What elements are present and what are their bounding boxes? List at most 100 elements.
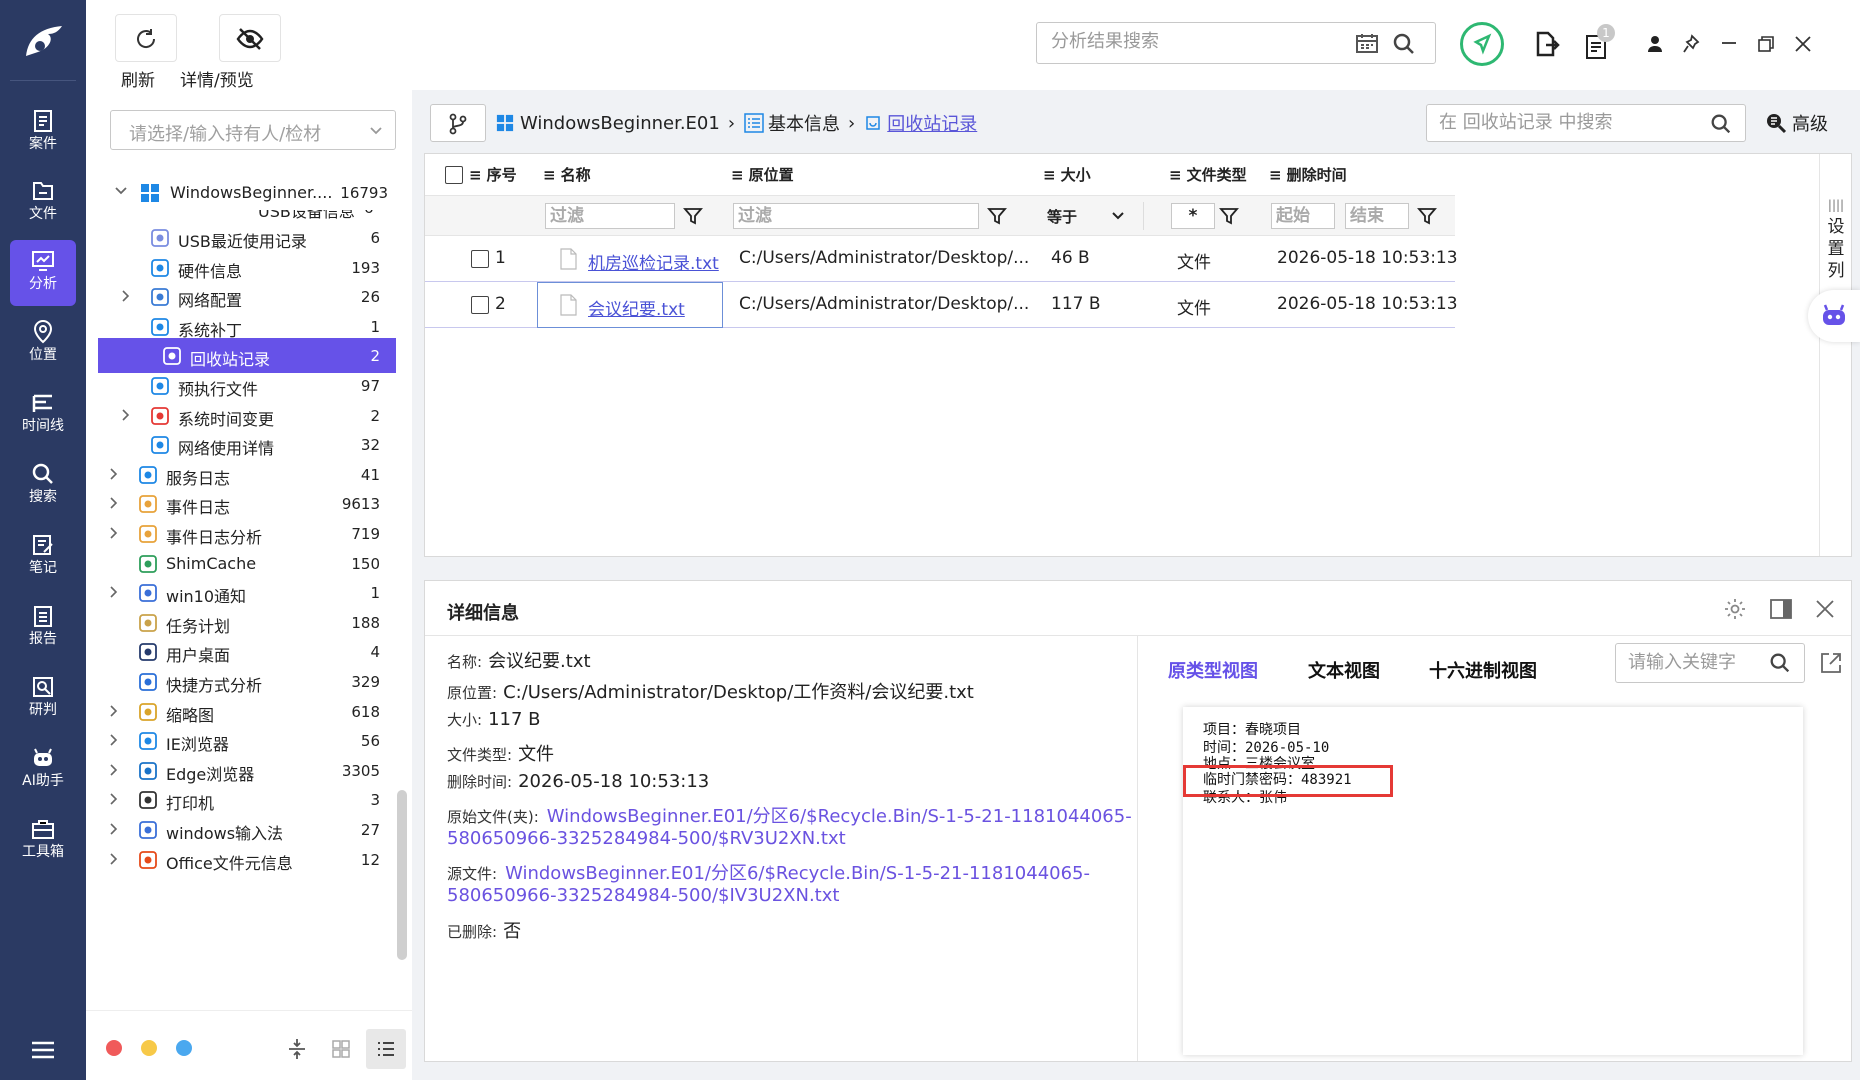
nav-case[interactable]: 案件 xyxy=(0,100,86,166)
chevron-right-icon[interactable] xyxy=(108,792,120,806)
collapse-icon[interactable] xyxy=(286,1037,308,1061)
tree-root[interactable]: WindowsBeginner.... 16793 xyxy=(86,175,396,210)
type-filter-input[interactable]: * xyxy=(1171,203,1215,229)
file-icon xyxy=(33,182,53,200)
branch-button[interactable] xyxy=(430,104,486,142)
table-row[interactable]: 2 会议纪要.txt C:/Users/Administrator/Deskto… xyxy=(425,282,1458,328)
col-size[interactable]: ≡ 大小 xyxy=(1043,154,1091,196)
grid-view-icon[interactable] xyxy=(331,1039,351,1059)
size-operator-select[interactable]: 等于 xyxy=(1047,206,1077,227)
column-settings-button[interactable]: |||| 设置列 xyxy=(1826,194,1846,282)
nav-judge[interactable]: 研判 xyxy=(0,666,86,732)
col-name[interactable]: ≡ 名称 xyxy=(543,154,591,196)
row-checkbox[interactable] xyxy=(471,296,489,314)
pin-icon[interactable] xyxy=(1682,34,1700,54)
menu-icon[interactable] xyxy=(30,1040,56,1064)
holder-select[interactable]: 请选择/输入持有人/检材 xyxy=(110,110,396,150)
source-file-link[interactable]: WindowsBeginner.E01/分区6/$Recycle.Bin/S-1… xyxy=(505,863,1090,884)
sidebar-item-count: 56 xyxy=(360,732,380,751)
analysis-icon xyxy=(32,251,54,271)
table-search-input[interactable] xyxy=(1439,112,1699,133)
chevron-right-icon[interactable] xyxy=(108,496,120,510)
chevron-right-icon[interactable] xyxy=(108,763,120,777)
nav-toolbox[interactable]: 工具箱 xyxy=(0,808,86,874)
chevron-right-icon[interactable] xyxy=(108,704,120,718)
location-filter-input[interactable]: 过滤 xyxy=(733,203,979,229)
prefetch-icon xyxy=(151,377,169,395)
chevron-right-icon[interactable] xyxy=(120,408,132,422)
chevron-right-icon[interactable] xyxy=(108,585,120,599)
minimize-icon[interactable] xyxy=(1720,36,1738,50)
tree-scrollbar[interactable] xyxy=(397,790,407,960)
export-icon[interactable] xyxy=(1532,30,1560,58)
yellow-dot-icon[interactable] xyxy=(141,1040,157,1056)
refresh-button[interactable] xyxy=(115,14,177,62)
chevron-right-icon[interactable] xyxy=(108,526,120,540)
filter-icon[interactable] xyxy=(987,206,1007,226)
breadcrumb-current[interactable]: 回收站记录 xyxy=(887,110,977,136)
col-location[interactable]: ≡ 原位置 xyxy=(731,154,794,196)
nav-notes[interactable]: 笔记 xyxy=(0,524,86,590)
tab-native-view[interactable]: 原类型视图 xyxy=(1168,657,1258,683)
calendar-icon[interactable] xyxy=(1355,32,1379,54)
search-icon[interactable] xyxy=(1391,31,1417,57)
edge-icon xyxy=(139,761,157,780)
filter-icon[interactable] xyxy=(1219,206,1239,226)
chevron-right-icon[interactable] xyxy=(108,822,120,836)
table-row[interactable]: 1 机房巡检记录.txt C:/Users/Administrator/Desk… xyxy=(425,236,1458,282)
original-file-link[interactable]: WindowsBeginner.E01/分区6/$Recycle.Bin/S-1… xyxy=(547,806,1132,827)
send-button[interactable] xyxy=(1460,22,1504,66)
detail-original-file-line2: 580650966-3325284984-500/$RV3U2XN.txt xyxy=(447,828,846,849)
name-filter-input[interactable]: 过滤 xyxy=(545,203,675,229)
col-deleted-time[interactable]: ≡ 删除时间 xyxy=(1269,154,1347,196)
tab-text-view[interactable]: 文本视图 xyxy=(1308,657,1380,683)
close-icon[interactable] xyxy=(1815,599,1835,619)
red-dot-icon[interactable] xyxy=(106,1040,122,1056)
split-view-icon[interactable] xyxy=(1769,597,1793,621)
breadcrumb-basic[interactable]: 基本信息 xyxy=(768,110,840,136)
filter-icon[interactable] xyxy=(683,206,703,226)
file-name-link[interactable]: 会议纪要.txt xyxy=(588,295,685,320)
row-checkbox[interactable] xyxy=(471,250,489,268)
search-icon[interactable] xyxy=(1768,651,1792,675)
open-external-icon[interactable] xyxy=(1819,651,1843,675)
chevron-right-icon[interactable] xyxy=(108,733,120,747)
col-index[interactable]: ≡ 序号 xyxy=(469,154,517,196)
sidebar-item-label: 硬件信息 xyxy=(178,261,243,281)
nav-timeline[interactable]: 时间线 xyxy=(0,382,86,448)
ai-assistant-float-button[interactable] xyxy=(1808,290,1860,342)
analysis-search-input[interactable] xyxy=(1051,31,1351,52)
chevron-right-icon[interactable] xyxy=(108,852,120,866)
sidebar-item-count: 3 xyxy=(370,791,380,810)
restore-icon[interactable] xyxy=(1757,35,1775,53)
search-icon[interactable] xyxy=(1709,112,1733,136)
nav-ai[interactable]: AI助手 xyxy=(0,737,86,803)
advanced-search-button[interactable]: 高级 xyxy=(1764,108,1828,138)
start-time-input[interactable]: 起始 xyxy=(1271,203,1335,229)
col-type[interactable]: ≡ 文件类型 xyxy=(1169,154,1247,196)
chevron-right-icon[interactable] xyxy=(120,289,132,303)
gear-icon[interactable] xyxy=(1723,597,1747,621)
chevron-down-icon[interactable] xyxy=(1111,211,1125,221)
details-preview-button[interactable] xyxy=(219,14,281,62)
close-window-icon[interactable] xyxy=(1794,35,1812,53)
breadcrumb-device[interactable]: WindowsBeginner.E01 xyxy=(520,113,720,134)
end-time-input[interactable]: 结束 xyxy=(1345,203,1409,229)
user-icon[interactable] xyxy=(1646,34,1664,54)
preview-search-input[interactable] xyxy=(1628,652,1763,673)
list-view-button[interactable] xyxy=(366,1029,406,1069)
nav-file[interactable]: 文件 xyxy=(0,170,86,236)
sidebar-item[interactable]: Office文件元信息 12 xyxy=(86,842,396,877)
filter-icon[interactable] xyxy=(1417,206,1437,226)
nav-report[interactable]: 报告 xyxy=(0,595,86,661)
app-logo[interactable] xyxy=(18,18,68,68)
nav-location[interactable]: 位置 xyxy=(0,311,86,377)
select-all-checkbox[interactable] xyxy=(445,166,463,184)
chevron-down-icon[interactable] xyxy=(114,185,128,197)
tab-hex-view[interactable]: 十六进制视图 xyxy=(1429,657,1537,683)
nav-search[interactable]: 搜索 xyxy=(0,453,86,519)
chevron-right-icon[interactable] xyxy=(108,467,120,481)
nav-analysis[interactable]: 分析 xyxy=(10,240,76,306)
blue-dot-icon[interactable] xyxy=(176,1040,192,1056)
file-name-link[interactable]: 机房巡检记录.txt xyxy=(588,249,719,274)
